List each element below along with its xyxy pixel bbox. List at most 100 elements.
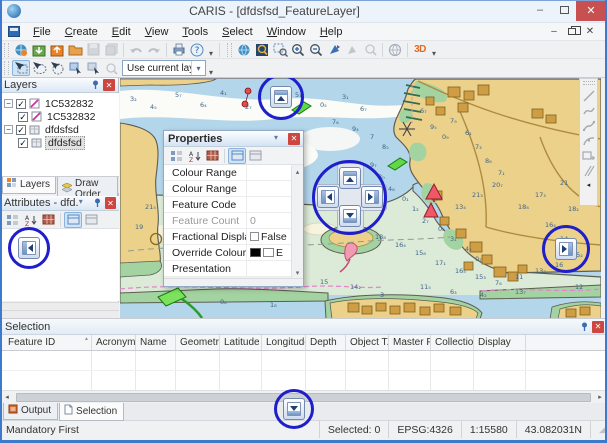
zoom-previous-icon[interactable] <box>361 42 379 58</box>
new-session-icon[interactable] <box>12 42 30 58</box>
layer-tree-item[interactable]: ✓1C532832 <box>0 110 119 123</box>
menu-item-tools[interactable]: Tools <box>175 24 215 40</box>
split-view-icon[interactable] <box>228 148 246 164</box>
layer-visibility-checkbox[interactable]: ✓ <box>16 99 26 109</box>
property-value[interactable]: False <box>246 229 291 244</box>
grid-view-icon[interactable] <box>203 148 221 164</box>
scroll-up-icon[interactable]: ▴ <box>292 166 303 177</box>
pin-icon[interactable] <box>92 197 103 209</box>
parallel-tool-icon[interactable] <box>581 163 597 178</box>
single-view-icon[interactable] <box>82 212 100 228</box>
selection-panel-titlebar[interactable]: Selection ✕ <box>0 319 607 335</box>
layer-visibility-checkbox[interactable]: ✓ <box>16 125 26 135</box>
curve-tool-icon[interactable] <box>581 103 597 118</box>
fit-view-icon[interactable] <box>235 42 253 58</box>
3d-view-icon[interactable]: 3D <box>411 42 429 58</box>
selection-table-body[interactable] <box>0 351 607 390</box>
column-header-object-t[interactable]: Object T... <box>346 335 389 350</box>
save-all-icon[interactable] <box>102 42 120 58</box>
scroll-left-icon[interactable]: ◂ <box>0 392 14 403</box>
property-value[interactable] <box>246 165 291 180</box>
menu-item-help[interactable]: Help <box>313 24 350 40</box>
checkbox[interactable] <box>250 232 259 241</box>
select-add-tool-icon[interactable] <box>66 60 84 76</box>
categorized-view-icon[interactable] <box>3 212 21 228</box>
pin-icon[interactable] <box>578 321 590 333</box>
spline-tool-icon[interactable] <box>581 118 597 133</box>
maximize-button[interactable] <box>552 1 576 20</box>
toolbar-grip[interactable] <box>583 81 595 85</box>
menu-item-edit[interactable]: Edit <box>105 24 138 40</box>
arc-tool-icon[interactable] <box>581 133 597 148</box>
mdi-close-button[interactable]: ✕ <box>581 25 599 39</box>
sort-az-icon[interactable]: AZ <box>185 148 203 164</box>
properties-scrollbar[interactable]: ▴ ▾ <box>291 166 302 278</box>
save-icon[interactable] <box>84 42 102 58</box>
toolbar-overflow-icon[interactable]: ▾ <box>206 68 216 77</box>
select-zoom-tool-icon[interactable] <box>102 60 120 76</box>
layer-visibility-checkbox[interactable]: ✓ <box>18 112 28 122</box>
help-icon[interactable]: ? <box>188 42 206 58</box>
property-row[interactable]: Feature Count0 <box>164 213 291 229</box>
property-value[interactable] <box>246 181 291 196</box>
rotate-view-icon[interactable] <box>325 42 343 58</box>
selection-scope-combo[interactable]: Use current layer ▾ <box>122 60 206 76</box>
menu-item-file[interactable]: File <box>26 24 58 40</box>
menu-item-window[interactable]: Window <box>260 24 313 40</box>
property-row[interactable]: Colour Range <box>164 165 291 181</box>
toolbar-overflow-icon[interactable]: ▾ <box>206 49 216 58</box>
property-row[interactable]: Fractional DisplayFalse <box>164 229 291 245</box>
column-header-name[interactable]: Name <box>136 335 176 350</box>
undo-icon[interactable] <box>127 42 145 58</box>
zoom-area-icon[interactable] <box>271 42 289 58</box>
panel-menu-icon[interactable]: ▾ <box>79 197 90 209</box>
toolbar-grip[interactable] <box>227 43 232 57</box>
select-remove-tool-icon[interactable] <box>84 60 102 76</box>
selection-panel-close-button[interactable]: ✕ <box>592 321 604 333</box>
mdi-minimize-button[interactable]: – <box>545 25 563 39</box>
column-header-latitude[interactable]: Latitude <box>220 335 262 350</box>
property-value[interactable] <box>246 261 291 276</box>
layer-visibility-checkbox[interactable]: ✓ <box>18 138 28 148</box>
pin-icon[interactable] <box>89 79 101 91</box>
select-circle-tool-icon[interactable] <box>48 60 66 76</box>
scroll-down-icon[interactable]: ▾ <box>292 267 303 278</box>
minimize-button[interactable]: – <box>528 1 552 20</box>
menu-item-view[interactable]: View <box>138 24 176 40</box>
property-value[interactable]: 0 <box>246 213 291 228</box>
properties-resize-strip[interactable] <box>164 278 303 286</box>
property-row[interactable]: Presentation <box>164 261 291 277</box>
column-header-master-f[interactable]: Master F... <box>389 335 431 350</box>
title-bar[interactable]: CARIS - [dfdsfsd_FeatureLayer] – ✕ <box>0 0 607 23</box>
menu-item-select[interactable]: Select <box>215 24 260 40</box>
tree-expander-icon[interactable]: − <box>4 99 13 108</box>
property-row[interactable]: Override ColourE <box>164 245 291 261</box>
zoom-out-icon[interactable] <box>307 42 325 58</box>
layer-tree-item[interactable]: ✓dfdsfsd <box>0 136 119 149</box>
select-lasso-tool-icon[interactable] <box>30 60 48 76</box>
redo-icon[interactable] <box>145 42 163 58</box>
tab-layers[interactable]: Layers <box>2 177 56 194</box>
categorized-view-icon[interactable] <box>167 148 185 164</box>
property-row[interactable]: Feature Code <box>164 197 291 213</box>
combo-dropdown-icon[interactable]: ▾ <box>191 61 205 75</box>
print-icon[interactable] <box>170 42 188 58</box>
attributes-panel-close-button[interactable]: ✕ <box>105 197 116 209</box>
properties-close-button[interactable]: ✕ <box>288 133 300 145</box>
column-header-depth[interactable]: Depth <box>306 335 346 350</box>
open-folder-icon[interactable] <box>66 42 84 58</box>
tab-output[interactable]: Output <box>3 403 58 420</box>
property-row[interactable]: Colour Range <box>164 181 291 197</box>
column-header-acronym[interactable]: Acronym <box>92 335 136 350</box>
tab-selection[interactable]: Selection <box>59 403 124 421</box>
property-value[interactable]: E <box>246 245 291 260</box>
pan-icon[interactable] <box>343 42 361 58</box>
color-swatch-white[interactable] <box>263 248 274 257</box>
sort-az-icon[interactable]: AZ <box>21 212 39 228</box>
import-icon[interactable] <box>30 42 48 58</box>
property-value[interactable] <box>246 197 291 212</box>
layers-panel-titlebar[interactable]: Layers ✕ <box>0 78 118 93</box>
line-tool-icon[interactable] <box>581 88 597 103</box>
properties-titlebar[interactable]: Properties ▾ ✕ <box>164 131 303 147</box>
zoom-window-icon[interactable] <box>253 42 271 58</box>
